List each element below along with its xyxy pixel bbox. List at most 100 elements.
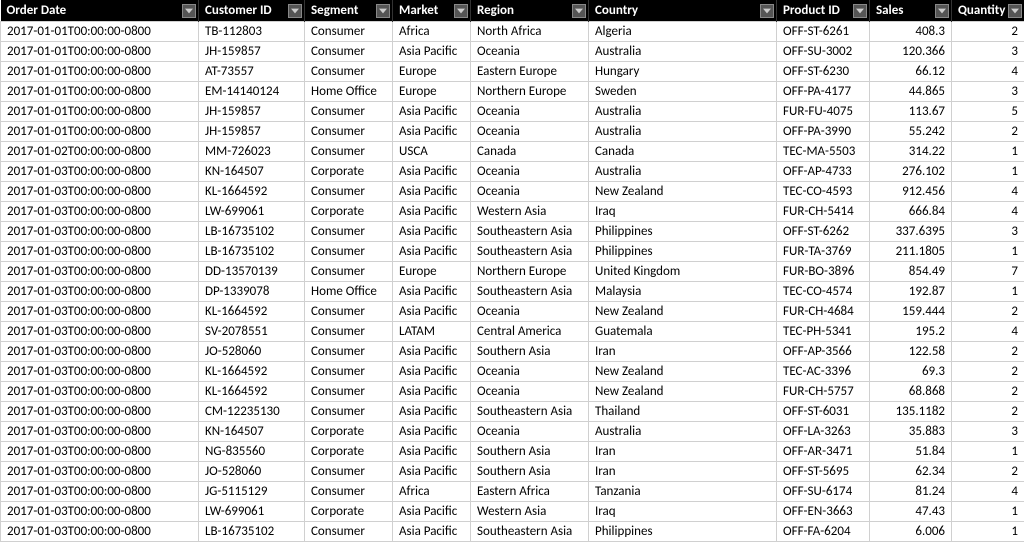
cell-quantity[interactable]: 1 <box>952 162 1024 182</box>
cell-sales[interactable]: 912.456 <box>870 182 952 202</box>
cell-market[interactable]: LATAM <box>393 322 471 342</box>
cell-country[interactable]: Philippines <box>589 522 777 542</box>
cell-region[interactable]: Eastern Africa <box>471 482 589 502</box>
cell-customerid[interactable]: LW-699061 <box>199 202 305 222</box>
cell-region[interactable]: Western Asia <box>471 502 589 522</box>
cell-country[interactable]: Tanzania <box>589 482 777 502</box>
cell-productid[interactable]: FUR-CH-5414 <box>777 202 870 222</box>
filter-dropdown-icon[interactable] <box>572 4 586 18</box>
cell-productid[interactable]: FUR-CH-4684 <box>777 302 870 322</box>
cell-customerid[interactable]: LB-16735102 <box>199 522 305 542</box>
cell-quantity[interactable]: 2 <box>952 342 1024 362</box>
table-row[interactable]: 2017-01-03T00:00:00-0800JO-528060Consume… <box>1 462 1024 482</box>
cell-region[interactable]: Oceania <box>471 302 589 322</box>
cell-quantity[interactable]: 4 <box>952 182 1024 202</box>
cell-quantity[interactable]: 2 <box>952 402 1024 422</box>
cell-sales[interactable]: 44.865 <box>870 82 952 102</box>
cell-country[interactable]: Iran <box>589 442 777 462</box>
cell-country[interactable]: Algeria <box>589 22 777 42</box>
cell-country[interactable]: Australia <box>589 42 777 62</box>
cell-market[interactable]: Asia Pacific <box>393 42 471 62</box>
cell-productid[interactable]: OFF-AR-3471 <box>777 442 870 462</box>
cell-orderdate[interactable]: 2017-01-03T00:00:00-0800 <box>1 322 199 342</box>
cell-market[interactable]: Asia Pacific <box>393 442 471 462</box>
cell-quantity[interactable]: 3 <box>952 82 1024 102</box>
header-market[interactable]: Market <box>393 0 471 22</box>
cell-segment[interactable]: Corporate <box>305 162 393 182</box>
header-segment[interactable]: Segment <box>305 0 393 22</box>
table-row[interactable]: 2017-01-03T00:00:00-0800SV-2078551Consum… <box>1 322 1024 342</box>
cell-market[interactable]: Africa <box>393 22 471 42</box>
filter-dropdown-icon[interactable] <box>1008 4 1022 18</box>
cell-customerid[interactable]: KN-164507 <box>199 162 305 182</box>
cell-quantity[interactable]: 1 <box>952 522 1024 542</box>
cell-orderdate[interactable]: 2017-01-01T00:00:00-0800 <box>1 62 199 82</box>
cell-productid[interactable]: OFF-AP-3566 <box>777 342 870 362</box>
cell-productid[interactable]: OFF-PA-4177 <box>777 82 870 102</box>
cell-orderdate[interactable]: 2017-01-01T00:00:00-0800 <box>1 122 199 142</box>
cell-sales[interactable]: 122.58 <box>870 342 952 362</box>
cell-market[interactable]: Africa <box>393 482 471 502</box>
header-customerid[interactable]: Customer ID <box>199 0 305 22</box>
cell-customerid[interactable]: DP-1339078 <box>199 282 305 302</box>
cell-segment[interactable]: Consumer <box>305 482 393 502</box>
filter-dropdown-icon[interactable] <box>853 4 867 18</box>
cell-customerid[interactable]: TB-112803 <box>199 22 305 42</box>
cell-region[interactable]: Oceania <box>471 422 589 442</box>
cell-region[interactable]: Southern Asia <box>471 442 589 462</box>
cell-orderdate[interactable]: 2017-01-03T00:00:00-0800 <box>1 342 199 362</box>
filter-dropdown-icon[interactable] <box>760 4 774 18</box>
cell-region[interactable]: Southern Asia <box>471 462 589 482</box>
cell-sales[interactable]: 211.1805 <box>870 242 952 262</box>
cell-country[interactable]: Hungary <box>589 62 777 82</box>
cell-orderdate[interactable]: 2017-01-03T00:00:00-0800 <box>1 382 199 402</box>
table-row[interactable]: 2017-01-03T00:00:00-0800LW-699061Corpora… <box>1 502 1024 522</box>
cell-orderdate[interactable]: 2017-01-03T00:00:00-0800 <box>1 242 199 262</box>
cell-market[interactable]: Asia Pacific <box>393 102 471 122</box>
cell-quantity[interactable]: 2 <box>952 382 1024 402</box>
cell-sales[interactable]: 68.868 <box>870 382 952 402</box>
cell-market[interactable]: Asia Pacific <box>393 342 471 362</box>
cell-segment[interactable]: Consumer <box>305 242 393 262</box>
cell-sales[interactable]: 854.49 <box>870 262 952 282</box>
cell-segment[interactable]: Consumer <box>305 322 393 342</box>
table-row[interactable]: 2017-01-01T00:00:00-0800JH-159857Consume… <box>1 122 1024 142</box>
cell-region[interactable]: Southeastern Asia <box>471 282 589 302</box>
cell-region[interactable]: Western Asia <box>471 202 589 222</box>
header-quantity[interactable]: Quantity <box>952 0 1024 22</box>
table-row[interactable]: 2017-01-01T00:00:00-0800EM-14140124Home … <box>1 82 1024 102</box>
cell-segment[interactable]: Consumer <box>305 62 393 82</box>
cell-country[interactable]: Canada <box>589 142 777 162</box>
cell-sales[interactable]: 35.883 <box>870 422 952 442</box>
cell-productid[interactable]: TEC-AC-3396 <box>777 362 870 382</box>
cell-segment[interactable]: Home Office <box>305 282 393 302</box>
cell-market[interactable]: Asia Pacific <box>393 402 471 422</box>
table-row[interactable]: 2017-01-03T00:00:00-0800KN-164507Corpora… <box>1 422 1024 442</box>
cell-region[interactable]: Southeastern Asia <box>471 522 589 542</box>
cell-quantity[interactable]: 1 <box>952 502 1024 522</box>
cell-segment[interactable]: Home Office <box>305 82 393 102</box>
cell-quantity[interactable]: 7 <box>952 262 1024 282</box>
cell-productid[interactable]: FUR-TA-3769 <box>777 242 870 262</box>
cell-orderdate[interactable]: 2017-01-03T00:00:00-0800 <box>1 202 199 222</box>
cell-productid[interactable]: FUR-FU-4075 <box>777 102 870 122</box>
cell-country[interactable]: Malaysia <box>589 282 777 302</box>
cell-orderdate[interactable]: 2017-01-03T00:00:00-0800 <box>1 462 199 482</box>
cell-orderdate[interactable]: 2017-01-01T00:00:00-0800 <box>1 82 199 102</box>
cell-productid[interactable]: OFF-LA-3263 <box>777 422 870 442</box>
cell-sales[interactable]: 62.34 <box>870 462 952 482</box>
cell-segment[interactable]: Consumer <box>305 522 393 542</box>
cell-region[interactable]: Oceania <box>471 182 589 202</box>
cell-productid[interactable]: OFF-FA-6204 <box>777 522 870 542</box>
cell-market[interactable]: Asia Pacific <box>393 422 471 442</box>
table-row[interactable]: 2017-01-01T00:00:00-0800TB-112803Consume… <box>1 22 1024 42</box>
table-row[interactable]: 2017-01-03T00:00:00-0800DP-1339078Home O… <box>1 282 1024 302</box>
cell-customerid[interactable]: LB-16735102 <box>199 242 305 262</box>
cell-market[interactable]: USCA <box>393 142 471 162</box>
cell-orderdate[interactable]: 2017-01-01T00:00:00-0800 <box>1 102 199 122</box>
cell-sales[interactable]: 192.87 <box>870 282 952 302</box>
cell-customerid[interactable]: LB-16735102 <box>199 222 305 242</box>
table-row[interactable]: 2017-01-03T00:00:00-0800KL-1664592Consum… <box>1 362 1024 382</box>
cell-segment[interactable]: Consumer <box>305 402 393 422</box>
cell-market[interactable]: Asia Pacific <box>393 302 471 322</box>
